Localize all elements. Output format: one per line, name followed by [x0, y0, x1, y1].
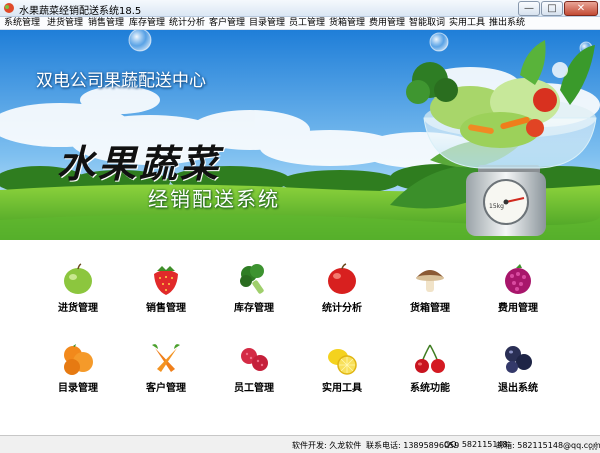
company-name: 双电公司果蔬配送中心	[36, 71, 206, 91]
maximize-button[interactable]: □	[541, 1, 563, 16]
banner-title: 水果蔬菜	[57, 141, 222, 186]
close-button[interactable]: ✕	[564, 1, 598, 16]
func-system[interactable]: 系统功能	[390, 342, 470, 402]
menu-bar: 系统管理 进货管理 销售管理 库存管理 统计分析 客户管理 目录管理 员工管理 …	[0, 17, 600, 30]
strawberry-icon	[154, 266, 178, 295]
menu-inventory[interactable]: 库存管理	[129, 17, 165, 30]
lychee-icon	[241, 348, 268, 371]
menu-catalog[interactable]: 目录管理	[249, 17, 285, 30]
func-statistics[interactable]: 统计分析	[302, 262, 382, 322]
title-bar: 水果蔬菜经销配送系统18.5 — □ ✕	[0, 0, 600, 17]
func-crates[interactable]: 货箱管理	[390, 262, 470, 322]
func-tools[interactable]: 实用工具	[302, 342, 382, 402]
menu-sales[interactable]: 销售管理	[88, 17, 124, 30]
menu-staff[interactable]: 员工管理	[289, 17, 325, 30]
menu-exit[interactable]: 推出系统	[489, 17, 525, 30]
blueberries-icon	[505, 346, 532, 373]
bayberry-icon	[505, 264, 531, 294]
menu-tools[interactable]: 实用工具	[449, 17, 485, 30]
func-staff-label: 员工管理	[234, 383, 274, 394]
developer-info: 软件开发: 久龙软件	[292, 441, 362, 450]
scale-label: 15kg	[489, 203, 504, 210]
func-system-label: 系统功能	[410, 383, 450, 394]
menu-purchase[interactable]: 进货管理	[47, 17, 83, 30]
banner: 15kg 双电公司果蔬配送中心 水果蔬菜 经销配送系统	[0, 30, 600, 240]
func-customers[interactable]: 客户管理	[126, 342, 206, 402]
cherries-icon	[415, 344, 445, 373]
menu-expenses[interactable]: 费用管理	[369, 17, 405, 30]
oranges-icon	[64, 344, 93, 375]
app-logo-icon	[4, 3, 14, 13]
menu-crates[interactable]: 货箱管理	[329, 17, 365, 30]
func-inventory[interactable]: 库存管理	[214, 262, 294, 322]
status-bar: 软件开发: 久龙软件 联系电话: 13895896059 QQ: 5821151…	[0, 435, 600, 453]
func-expenses[interactable]: 费用管理	[478, 262, 558, 322]
menu-system[interactable]: 系统管理	[4, 17, 40, 30]
func-statistics-label: 统计分析	[322, 303, 362, 314]
broccoli-icon	[240, 264, 264, 294]
green-apple-icon	[64, 263, 92, 294]
func-exit[interactable]: 退出系统	[478, 342, 558, 402]
red-apple-icon	[328, 263, 356, 294]
func-customers-label: 客户管理	[146, 383, 186, 394]
menu-customers[interactable]: 客户管理	[209, 17, 245, 30]
menu-smart-words[interactable]: 智能取词	[409, 17, 445, 30]
func-catalog-label: 目录管理	[58, 383, 98, 394]
func-expenses-label: 费用管理	[498, 303, 538, 314]
lemon-icon	[328, 349, 357, 375]
window-title: 水果蔬菜经销配送系统18.5	[19, 6, 142, 17]
func-purchase[interactable]: 进货管理	[38, 262, 118, 322]
minimize-button[interactable]: —	[518, 1, 540, 16]
func-catalog[interactable]: 目录管理	[38, 342, 118, 402]
carrots-icon	[152, 344, 180, 372]
func-inventory-label: 库存管理	[234, 303, 274, 314]
func-tools-label: 实用工具	[322, 383, 362, 394]
func-sales[interactable]: 销售管理	[126, 262, 206, 322]
menu-statistics[interactable]: 统计分析	[169, 17, 205, 30]
email-info: 邮箱: 582115148@qq.com	[496, 441, 600, 450]
func-exit-label: 退出系统	[498, 383, 538, 394]
func-purchase-label: 进货管理	[58, 303, 98, 314]
func-sales-label: 销售管理	[146, 303, 186, 314]
mushroom-icon	[416, 270, 444, 292]
resize-grip-icon[interactable]	[588, 441, 598, 451]
func-crates-label: 货箱管理	[410, 303, 450, 314]
func-staff[interactable]: 员工管理	[214, 342, 294, 402]
banner-subtitle: 经销配送系统	[148, 187, 280, 211]
